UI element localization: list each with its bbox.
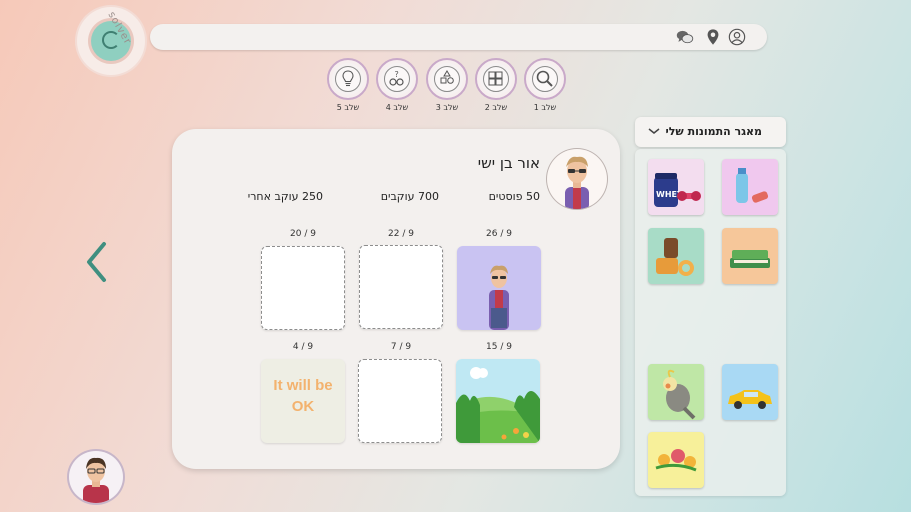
post-empty-slot[interactable] — [261, 246, 345, 330]
post-date: 26 / 9 — [486, 229, 512, 239]
meadow-illustration — [456, 359, 540, 443]
back-arrow-icon[interactable] — [82, 240, 112, 284]
post-date: 7 / 9 — [390, 342, 412, 352]
step-4-label: שלב 4 — [385, 103, 409, 112]
post-date: 15 / 9 — [486, 342, 512, 352]
post-text-image[interactable]: It will be OK — [261, 359, 345, 443]
step-5-label: שלב 5 — [336, 103, 360, 112]
library-image-cockatiel[interactable] — [648, 364, 704, 420]
posts-count: 50 פוסטים — [488, 190, 540, 203]
post-empty-slot[interactable] — [359, 245, 443, 329]
text-image-line: It will be — [273, 377, 333, 394]
question-gears-icon: ? — [389, 70, 404, 86]
library-image-flowers[interactable] — [648, 432, 704, 488]
profile-icon[interactable] — [728, 28, 746, 46]
whey-protein-icon: WHEY — [654, 173, 701, 207]
step-3-button[interactable] — [426, 58, 468, 100]
chat-bubbles-icon[interactable] — [676, 28, 694, 46]
bread-basket-icon — [656, 238, 694, 276]
post-empty-slot[interactable] — [358, 359, 442, 443]
shapes-icon — [440, 70, 454, 84]
following-count[interactable]: 250 עוקב אחרי — [213, 190, 323, 203]
puzzle-icon — [488, 71, 503, 86]
chevron-down-icon[interactable] — [647, 126, 661, 136]
step-3-label: שלב 3 — [435, 103, 459, 112]
avatar-illustration — [565, 156, 589, 209]
cockatiel-icon — [663, 369, 696, 420]
image-library-title: מאגר התמונות שלי — [665, 125, 762, 138]
top-search-bar[interactable] — [150, 24, 767, 50]
library-image-water-bottle[interactable] — [722, 159, 778, 215]
books-icon — [730, 250, 770, 268]
post-date: 20 / 9 — [290, 229, 316, 239]
library-image-yellow-car[interactable] — [722, 364, 778, 420]
library-image-books[interactable] — [722, 228, 778, 284]
svg-text:?: ? — [395, 70, 399, 79]
profile-name: אור בן ישי — [477, 154, 540, 172]
step-2-label: שלב 2 — [484, 103, 508, 112]
library-image-whey-protein[interactable]: WHEY — [648, 159, 704, 215]
avatar-illustration — [83, 457, 109, 503]
step-2-button[interactable] — [475, 58, 517, 100]
location-pin-icon[interactable] — [704, 28, 722, 46]
step-1-label: שלב 1 — [533, 103, 557, 112]
post-date: 4 / 9 — [292, 342, 314, 352]
text-image-line: OK — [291, 398, 315, 415]
yellow-car-icon — [728, 390, 772, 409]
lightbulb-icon — [342, 70, 354, 87]
step-1-button[interactable] — [524, 58, 566, 100]
flowers-icon — [655, 449, 697, 472]
post-meadow-image[interactable] — [456, 359, 540, 443]
image-library-dropdown[interactable]: מאגר התמונות שלי — [635, 117, 786, 147]
magnifier-icon — [536, 70, 553, 87]
current-user-avatar[interactable] — [69, 451, 123, 503]
step-5-button[interactable] — [327, 58, 369, 100]
post-date: 22 / 9 — [388, 229, 414, 239]
avatar-illustration — [489, 265, 509, 330]
followers-count[interactable]: 700 עוקבים — [339, 190, 439, 203]
library-image-bread-basket[interactable] — [648, 228, 704, 284]
water-bottle-icon — [736, 168, 769, 203]
profile-avatar[interactable] — [547, 149, 607, 209]
post-avatar-photo[interactable] — [457, 246, 541, 330]
step-4-button[interactable]: ? — [376, 58, 418, 100]
app-logo[interactable]: solver — [77, 7, 145, 75]
